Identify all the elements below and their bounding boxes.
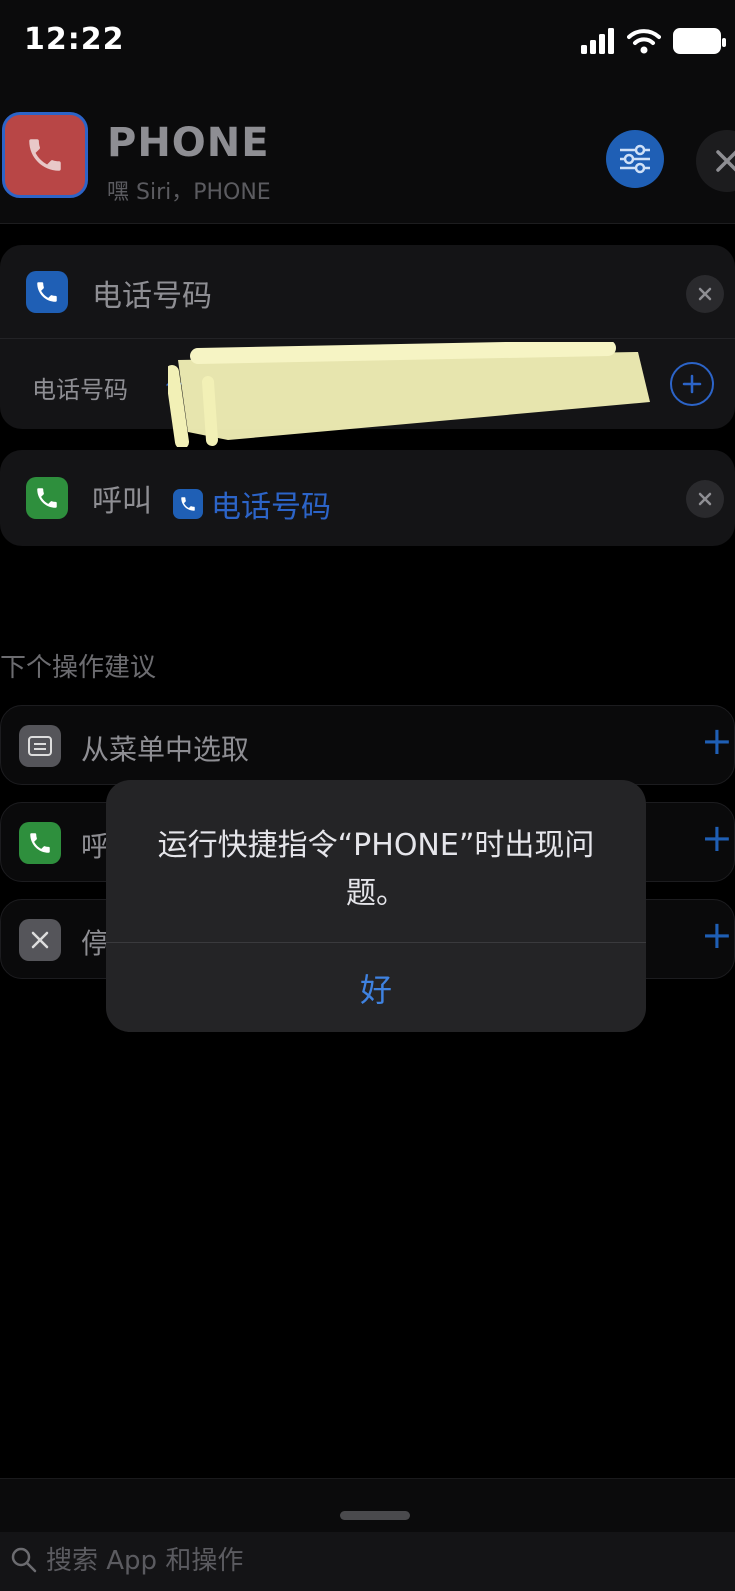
plus-icon[interactable]: + xyxy=(701,916,733,954)
action-title: 电话号码 xyxy=(92,279,212,314)
add-phone-number-button[interactable] xyxy=(670,362,714,406)
phone-icon xyxy=(37,282,57,302)
action-header-row: 电话号码 xyxy=(0,245,735,339)
phone-icon xyxy=(37,488,57,508)
sheet-grabber[interactable] xyxy=(340,1511,410,1520)
call-action-icon xyxy=(26,477,68,519)
phone-icon xyxy=(173,489,203,519)
variable-label: 电话号码 xyxy=(211,490,331,525)
remove-action-button[interactable] xyxy=(686,275,724,313)
cellular-signal-icon xyxy=(581,28,614,54)
battery-icon xyxy=(673,28,726,54)
search-bar xyxy=(0,1532,735,1591)
remove-action-button[interactable] xyxy=(686,480,724,518)
phone-number-variable-chip[interactable]: 电话号码 xyxy=(173,482,331,526)
plus-icon xyxy=(682,374,702,394)
error-alert-dialog: 运行快捷指令“PHONE”时出现问题。 好 xyxy=(106,780,646,1032)
phone-icon xyxy=(29,139,61,171)
alert-message: 运行快捷指令“PHONE”时出现问题。 xyxy=(157,828,595,911)
phone-number-action-icon xyxy=(26,271,68,313)
shortcut-title[interactable]: PHONE xyxy=(107,120,270,166)
call-action-title: 呼叫 xyxy=(92,484,152,519)
close-icon xyxy=(698,492,712,506)
ok-button[interactable]: 好 xyxy=(106,943,646,1032)
status-icons xyxy=(581,28,726,54)
menu-icon xyxy=(19,725,61,767)
bottom-sheet xyxy=(0,1478,735,1591)
shortcut-header: PHONE 嘿 Siri，PHONE xyxy=(0,90,735,224)
siri-phrase: 嘿 Siri，PHONE xyxy=(107,180,271,205)
suggestions-title: 下个操作建议 xyxy=(0,653,157,683)
plus-icon[interactable]: + xyxy=(701,722,733,760)
stop-icon xyxy=(19,919,61,961)
wifi-icon xyxy=(627,29,661,54)
search-input[interactable] xyxy=(46,1542,646,1580)
sliders-icon xyxy=(620,144,650,174)
status-time: 12:22 xyxy=(24,22,125,57)
plus-icon[interactable]: + xyxy=(701,819,733,857)
phone-number-field-label: 电话号码 xyxy=(32,376,128,404)
close-icon xyxy=(698,287,712,301)
suggestion-label: 从菜单中选取 xyxy=(81,733,250,766)
shortcut-icon[interactable] xyxy=(2,112,88,198)
search-icon xyxy=(11,1547,37,1573)
status-bar: 12:22 xyxy=(0,0,735,90)
phone-icon xyxy=(19,822,61,864)
suggestion-item[interactable]: 从菜单中选取 + xyxy=(0,705,735,785)
close-button[interactable] xyxy=(696,130,735,192)
action-card-call[interactable]: 呼叫 电话号码 xyxy=(0,450,735,546)
suggestion-label: 呼 xyxy=(81,830,110,863)
suggestion-label: 停 xyxy=(81,927,110,960)
settings-button[interactable] xyxy=(606,130,664,188)
close-icon xyxy=(716,150,735,172)
redaction-scribble xyxy=(168,342,650,447)
